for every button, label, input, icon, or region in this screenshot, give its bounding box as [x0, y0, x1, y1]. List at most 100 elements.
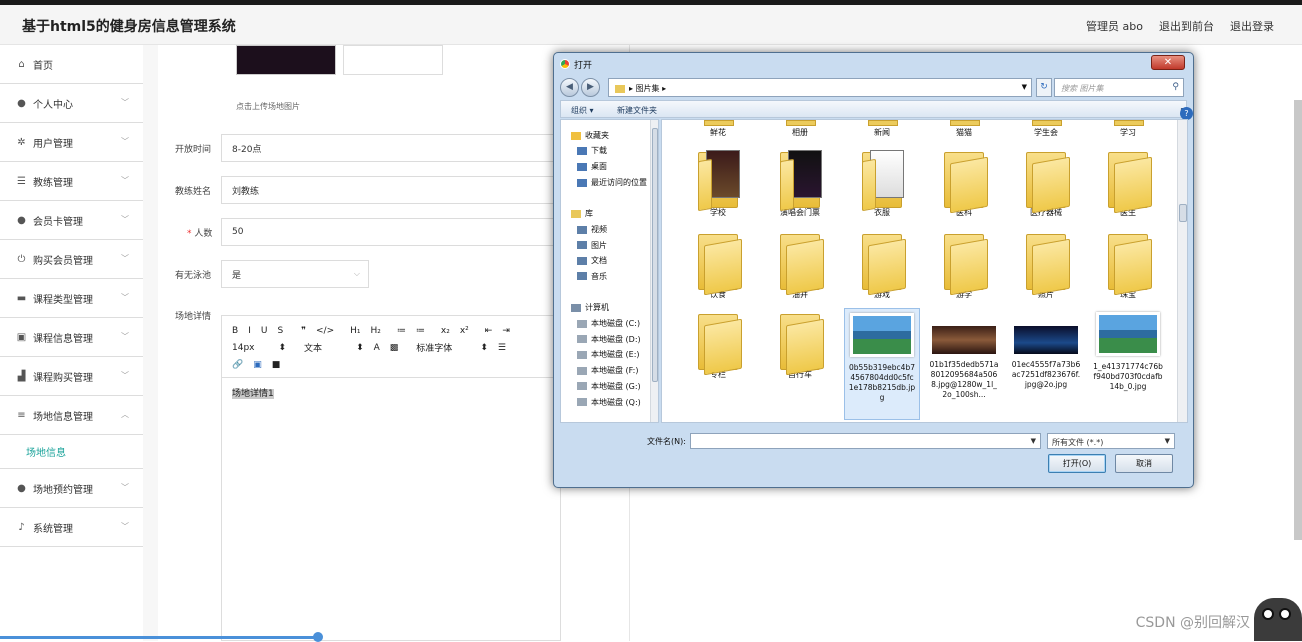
chevron-icon[interactable]: ⬍ — [480, 343, 488, 353]
chevron-down-icon[interactable]: ﹀ — [121, 175, 129, 186]
sidebar-item[interactable]: ☰ 教练管理 ﹀ — [0, 162, 143, 201]
superscript-icon[interactable]: x² — [460, 326, 469, 336]
folder-item[interactable]: 医疗器械 — [1008, 146, 1084, 218]
folder-item[interactable]: 医生 — [1090, 146, 1166, 218]
align-icon[interactable]: ☰ — [498, 343, 506, 353]
sidebar-item[interactable]: ▟ 课程购买管理 ﹀ — [0, 357, 143, 396]
chevron-down-icon[interactable]: ﹀ — [121, 136, 129, 147]
nav-drive-item[interactable]: 本地磁盘 (Q:) — [577, 397, 641, 408]
outdent-icon[interactable]: ⇤ — [485, 326, 493, 336]
cancel-button[interactable]: 取消 — [1115, 454, 1173, 473]
code-icon[interactable]: </> — [316, 326, 334, 336]
chevron-down-icon[interactable]: ﹀ — [121, 482, 129, 493]
uploaded-image-thumb[interactable] — [236, 45, 336, 75]
nav-lib-item[interactable]: 视频 — [577, 224, 607, 235]
chevron-down-icon[interactable]: ﹀ — [121, 370, 129, 381]
background-color-icon[interactable]: ▩ — [390, 343, 399, 353]
admin-user-link[interactable]: 管理员 abo — [1086, 18, 1143, 34]
folder-item[interactable]: 照片 — [1008, 228, 1084, 300]
bold-icon[interactable]: B — [232, 326, 238, 336]
page-scrollbar[interactable] — [1294, 100, 1302, 540]
sidebar-item[interactable]: ⌂ 首页 — [0, 45, 143, 84]
upload-image-slot[interactable] — [343, 45, 443, 75]
nav-drive-item[interactable]: 本地磁盘 (F:) — [577, 365, 638, 376]
text-type-select[interactable]: 文本 — [304, 341, 322, 354]
font-size-select[interactable]: 14px — [232, 343, 255, 353]
filename-input[interactable]: ▼ — [690, 433, 1041, 449]
sidebar-item[interactable]: ▣ 课程信息管理 ﹀ — [0, 318, 143, 357]
strikethrough-icon[interactable]: S — [277, 326, 283, 336]
nav-lib-item[interactable]: 音乐 — [577, 271, 607, 282]
link-icon[interactable]: 🔗 — [232, 360, 243, 370]
chevron-down-icon[interactable]: ﹀ — [121, 97, 129, 108]
open-button[interactable]: 打开(O) — [1048, 454, 1106, 473]
sidebar-subitem-venue-info[interactable]: 场地信息 — [0, 435, 143, 469]
image-file-item[interactable]: 01b1f35dedb571a8012095684a5068.jpg@1280w… — [926, 308, 1002, 420]
image-file-item[interactable]: 0b55b319ebc4b74567804dd0c5fc1e178b8215db… — [844, 308, 920, 420]
subscript-icon[interactable]: x₂ — [441, 326, 450, 336]
back-icon[interactable]: ◀ — [560, 78, 579, 97]
nav-drive-item[interactable]: 本地磁盘 (G:) — [577, 381, 641, 392]
folder-name-partial[interactable]: 相册 — [762, 128, 838, 138]
folder-item[interactable]: 衣服 — [844, 146, 920, 218]
image-icon[interactable]: ▣ — [253, 360, 262, 370]
image-file-item[interactable]: 1_e41371774c76bf940bd703f0cdafb14b_0.jpg — [1090, 308, 1166, 420]
forward-icon[interactable]: ▶ — [581, 78, 600, 97]
italic-icon[interactable]: I — [248, 326, 251, 336]
nav-lib-item[interactable]: 图片 — [577, 240, 607, 251]
chevron-down-icon[interactable]: ﹀ — [121, 253, 129, 264]
folder-item[interactable]: 学校 — [680, 146, 756, 218]
folder-name-partial[interactable]: 学生会 — [1008, 128, 1084, 138]
sidebar-item[interactable]: ▬ 课程类型管理 ﹀ — [0, 279, 143, 318]
underline-icon[interactable]: U — [261, 326, 268, 336]
chevron-down-icon[interactable]: ▼ — [1031, 437, 1036, 445]
folder-item[interactable]: 游戏 — [844, 228, 920, 300]
folder-name-partial[interactable]: 鲜花 — [680, 128, 756, 138]
sidebar-item[interactable]: ● 场地预约管理 ﹀ — [0, 469, 143, 508]
folder-item[interactable]: 油井 — [762, 228, 838, 300]
logout-link[interactable]: 退出登录 — [1230, 18, 1274, 34]
files-scrollbar[interactable] — [1177, 120, 1187, 422]
bullet-list-icon[interactable]: ≔ — [416, 326, 425, 336]
editor-content[interactable]: 场地详情1 — [222, 378, 560, 407]
indent-icon[interactable]: ⇥ — [502, 326, 510, 336]
sidebar-item[interactable]: ≡ 场地信息管理 ︿ — [0, 396, 143, 435]
video-icon[interactable]: ■ — [272, 360, 281, 370]
folder-item[interactable]: 专栏 — [680, 308, 756, 380]
nav-drive-item[interactable]: 本地磁盘 (C:) — [577, 318, 640, 329]
sidebar-item[interactable]: ● 会员卡管理 ﹀ — [0, 201, 143, 240]
dialog-close-button[interactable]: ✕ — [1151, 55, 1185, 70]
chevron-down-icon[interactable]: ﹀ — [121, 214, 129, 225]
chevron-down-icon[interactable]: ﹀ — [121, 521, 129, 532]
quote-icon[interactable]: ❞ — [301, 326, 306, 336]
chevron-down-icon[interactable]: ﹀ — [121, 292, 129, 303]
nav-fav-item[interactable]: 下载 — [577, 145, 607, 156]
folder-item[interactable]: 演唱会门票 — [762, 146, 838, 218]
nav-lib-item[interactable]: 文档 — [577, 255, 607, 266]
search-input[interactable]: 搜索 图片集 ⚲ — [1054, 78, 1184, 97]
sidebar-item[interactable]: ⏻ 购买会员管理 ﹀ — [0, 240, 143, 279]
folder-item[interactable]: 自行车 — [762, 308, 838, 380]
pool-select[interactable]: 是 ⌵ — [221, 260, 369, 288]
organize-button[interactable]: 组织 ▾ — [571, 105, 594, 116]
chevron-up-icon[interactable]: ︿ — [121, 409, 129, 420]
image-file-item[interactable]: 01ec4555f7a73b6ac7251df823676f.jpg@2o.jp… — [1008, 308, 1084, 420]
folder-name-partial[interactable]: 学习 — [1090, 128, 1166, 138]
ordered-list-icon[interactable]: ≔ — [397, 326, 406, 336]
folder-item[interactable]: 医科 — [926, 146, 1002, 218]
filetype-select[interactable]: 所有文件 (*.*) ▼ — [1047, 433, 1175, 449]
refresh-icon[interactable]: ↻ — [1036, 78, 1052, 97]
font-color-icon[interactable]: A — [374, 343, 380, 353]
new-folder-button[interactable]: 新建文件夹 — [617, 105, 657, 116]
chevron-icon[interactable]: ⬍ — [279, 343, 287, 353]
sidebar-item[interactable]: ♪ 系统管理 ﹀ — [0, 508, 143, 547]
folder-name-partial[interactable]: 猫猫 — [926, 128, 1002, 138]
nav-libraries[interactable]: 库 — [571, 208, 593, 219]
nav-fav-item[interactable]: 最近访问的位置 — [577, 177, 647, 188]
nav-scrollbar[interactable] — [650, 120, 658, 422]
address-bar[interactable]: ▸ 图片集 ▸ ▼ — [608, 78, 1032, 97]
folder-item[interactable]: 珠宝 — [1090, 228, 1166, 300]
exit-to-frontend-link[interactable]: 退出到前台 — [1159, 18, 1214, 34]
font-family-select[interactable]: 标准字体 — [416, 341, 452, 354]
folder-name-partial[interactable]: 新闻 — [844, 128, 920, 138]
